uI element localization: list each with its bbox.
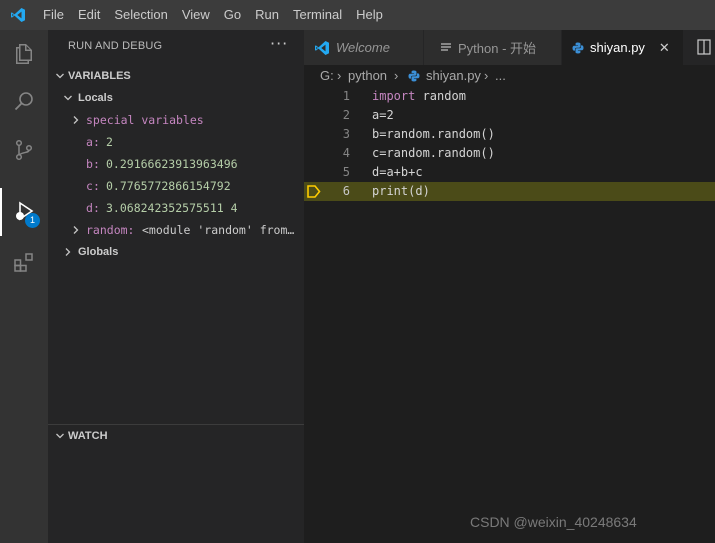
sidebar-title: RUN AND DEBUG: [68, 40, 163, 52]
variable-value: 3.068242352575511 4: [106, 201, 238, 215]
variable-name: a: [86, 135, 93, 149]
search-icon: [14, 92, 33, 111]
menu-edit[interactable]: Edit: [71, 0, 107, 30]
menu-selection[interactable]: Selection: [107, 0, 174, 30]
explorer-button[interactable]: [0, 30, 48, 78]
run-debug-button[interactable]: 1: [0, 188, 48, 236]
current-code-line: 6 print(d): [304, 182, 715, 201]
random-module-item[interactable]: random: <module 'random' from…: [48, 219, 304, 241]
line-number: 1: [342, 89, 350, 103]
breadcrumb-drive[interactable]: G:: [320, 65, 334, 87]
variable-item[interactable]: b: 0.29166623913963496: [48, 153, 304, 175]
code-text: c=random.random(): [372, 146, 495, 160]
variable-item[interactable]: a: 2: [48, 131, 304, 153]
watermark: CSDN @weixin_40248634: [470, 514, 637, 530]
variable-value: 0.7765772866154792: [106, 179, 231, 193]
files-icon: [16, 44, 32, 64]
close-icon[interactable]: ✕: [659, 40, 670, 56]
chevron-right-icon: ›: [394, 68, 399, 83]
locals-scope[interactable]: Locals: [48, 87, 304, 109]
line-number: 6: [342, 184, 350, 198]
more-actions-icon[interactable]: ···: [270, 34, 288, 53]
vscode-logo-icon: [0, 0, 36, 30]
watch-label: WATCH: [68, 430, 108, 442]
menu-terminal[interactable]: Terminal: [286, 0, 349, 30]
activity-bar: 1: [0, 30, 48, 543]
source-control-button[interactable]: [0, 126, 48, 174]
code-line: 1 import random: [304, 87, 715, 106]
extensions-icon: [14, 253, 33, 272]
globals-scope[interactable]: Globals: [48, 241, 304, 263]
locals-label: Locals: [78, 92, 113, 104]
variable-value: 2: [106, 135, 113, 149]
breadcrumb-file[interactable]: shiyan.py: [426, 65, 481, 87]
split-editor-icon[interactable]: [697, 39, 711, 58]
code-text: d=a+b+c: [372, 165, 423, 179]
menu-run[interactable]: Run: [248, 0, 286, 30]
variable-name: c: [86, 179, 93, 193]
chevron-right-icon: [70, 219, 82, 241]
breadcrumb-folder[interactable]: python: [348, 65, 387, 87]
menu-go[interactable]: Go: [217, 0, 248, 30]
source-control-icon: [15, 139, 33, 161]
extensions-button[interactable]: [0, 238, 48, 286]
special-variables-label: special variables: [86, 113, 204, 127]
run-debug-sidebar: RUN AND DEBUG ··· VARIABLES Locals speci…: [48, 30, 304, 543]
chevron-right-icon: ›: [337, 68, 342, 83]
tab-shiyan-py[interactable]: shiyan.py ✕: [562, 30, 684, 65]
watch-section-header[interactable]: WATCH: [48, 425, 304, 447]
variable-item[interactable]: d: 3.068242352575511 4: [48, 197, 304, 219]
breadcrumb: G: › python › shiyan.py › ...: [304, 65, 715, 87]
code-text: b=random.random(): [372, 127, 495, 141]
variables-section-header[interactable]: VARIABLES: [48, 65, 304, 87]
chevron-right-icon: ›: [484, 68, 489, 83]
code-editor[interactable]: 1 import random 2 a=2 3 b=random.random(…: [304, 87, 715, 543]
code-text: print(d): [372, 184, 430, 198]
variable-name: b: [86, 157, 93, 171]
tab-welcome[interactable]: Welcome: [304, 30, 424, 65]
editor-tabs: Welcome Python - 开始 shiyan.py ✕: [304, 30, 715, 65]
chevron-right-icon: [62, 241, 74, 263]
menu-file[interactable]: File: [36, 0, 71, 30]
variable-item[interactable]: c: 0.7765772866154792: [48, 175, 304, 197]
line-number: 5: [342, 165, 350, 179]
variable-value: 0.29166623913963496: [106, 157, 238, 171]
special-variables-item[interactable]: special variables: [48, 109, 304, 131]
tab-python-start[interactable]: Python - 开始: [424, 30, 562, 65]
variables-label: VARIABLES: [68, 70, 131, 82]
tab-label: shiyan.py: [590, 40, 645, 55]
python-icon: [572, 42, 584, 54]
menu-view[interactable]: View: [175, 0, 217, 30]
document-icon: [440, 42, 452, 54]
globals-label: Globals: [78, 246, 119, 258]
chevron-down-icon: [54, 425, 66, 455]
title-bar: File Edit Selection View Go Run Terminal…: [0, 0, 715, 30]
code-text: a=2: [372, 108, 394, 122]
search-button[interactable]: [0, 78, 48, 126]
vscode-logo-icon: [314, 40, 330, 56]
variable-name: random: [86, 223, 128, 237]
code-keyword: import: [372, 89, 416, 103]
code-line: 3 b=random.random(): [304, 125, 715, 144]
code-text: random: [415, 89, 466, 103]
code-line: 4 c=random.random(): [304, 144, 715, 163]
line-number: 2: [342, 108, 350, 122]
menu-help[interactable]: Help: [349, 0, 390, 30]
tab-label: Python - 开始: [458, 41, 537, 56]
line-number: 3: [342, 127, 350, 141]
chevron-right-icon: [70, 109, 82, 131]
chevron-down-icon: [62, 87, 74, 109]
code-line: 2 a=2: [304, 106, 715, 125]
variable-value: <module 'random' from…: [142, 223, 295, 237]
tab-label: Welcome: [336, 40, 390, 55]
line-number: 4: [342, 146, 350, 160]
debug-badge: 1: [25, 213, 40, 228]
breadcrumb-symbol[interactable]: ...: [495, 65, 506, 87]
variable-name: d: [86, 201, 93, 215]
code-line: 5 d=a+b+c: [304, 163, 715, 182]
debug-current-line-icon: [307, 185, 321, 204]
